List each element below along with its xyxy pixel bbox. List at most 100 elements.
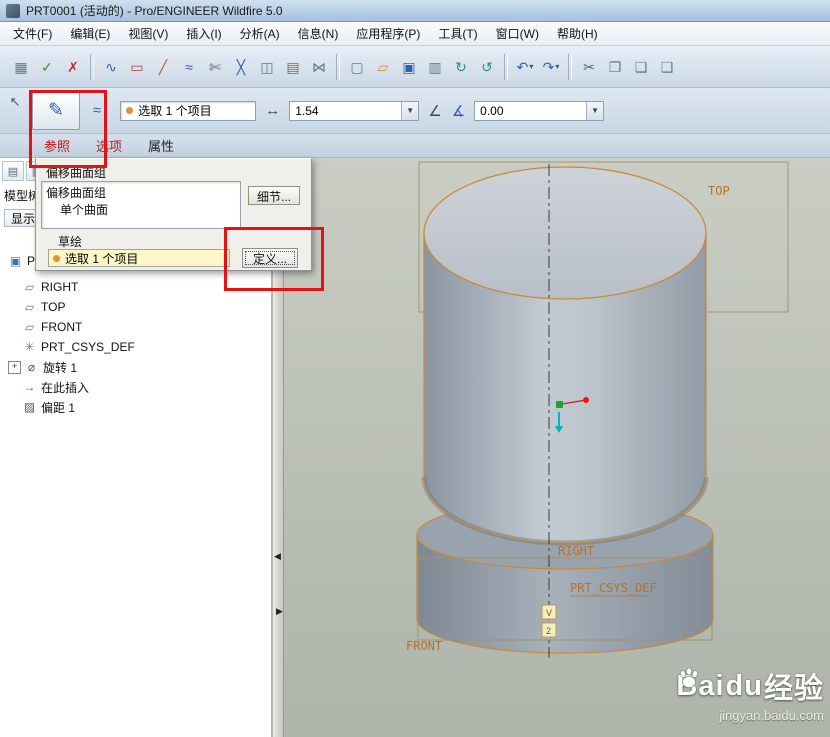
offset-icon: ▨ <box>23 400 36 414</box>
chevron-down-icon[interactable]: ▾ <box>555 62 559 71</box>
tree-item-RIGHT[interactable]: ▱ RIGHT <box>0 277 271 297</box>
pattern-icon[interactable]: ▤ <box>281 54 305 80</box>
undo-icon[interactable]: ↶ ▾ <box>513 54 537 80</box>
chevron-down-icon[interactable]: ▼ <box>401 101 419 120</box>
select-verify-icon[interactable]: ✓ <box>35 54 59 80</box>
angle-value-combo[interactable]: 0.00 ▼ <box>474 100 605 121</box>
graphics-viewport[interactable]: TOP RIGHT PRT_CSYS_DEF FRONT V 2 Bai du … <box>284 158 830 737</box>
paste-icon: ❏ <box>634 58 648 75</box>
offset-value-combo[interactable]: 1.54 ▼ <box>289 100 420 121</box>
sketch-collector-field[interactable]: 选取 1 个项目 <box>48 249 230 267</box>
datum-label-right[interactable]: RIGHT <box>558 544 594 558</box>
offset-flip-icon[interactable]: ≈ <box>93 102 101 119</box>
line-icon[interactable]: ╱ <box>151 54 175 80</box>
menu-item-6[interactable]: 应用程序(P) <box>347 22 429 45</box>
expand-icon[interactable]: + <box>8 360 21 374</box>
merge-icon[interactable]: ⋈ <box>307 54 331 80</box>
paste-icon[interactable]: ❏ <box>629 54 653 80</box>
update-icon[interactable]: ↺ <box>475 54 499 80</box>
angle-flip-icon[interactable]: ∡ <box>452 102 465 120</box>
select-verify-icon: ✓ <box>41 58 53 75</box>
tab-references[interactable]: 参照 <box>44 136 70 155</box>
datum-plane-icon: ▱ <box>24 300 35 314</box>
update-icon: ↺ <box>481 58 493 75</box>
divide-icon[interactable]: ╳ <box>229 54 253 80</box>
menu-item-8[interactable]: 窗口(W) <box>487 22 548 45</box>
surface-collector-list[interactable]: 偏移曲面组 单个曲面 <box>41 181 241 229</box>
insert-here-icon: → <box>23 380 36 394</box>
watermark: Bai du 经验 jingyan.baidu.com <box>676 665 824 723</box>
define-button[interactable]: 定义... <box>242 248 298 268</box>
new-file-icon[interactable]: ▢ <box>345 54 369 80</box>
tree-item-label: RIGHT <box>41 280 79 294</box>
application-window: PRT0001 (活动的) - Pro/ENGINEER Wildfire 5.… <box>0 0 830 737</box>
tree-item-旋转 1[interactable]: + ⌀ 旋转 1 <box>0 357 271 377</box>
redo-icon[interactable]: ↷ ▾ <box>539 54 563 80</box>
menu-item-0[interactable]: 文件(F) <box>4 22 61 45</box>
placement-button[interactable]: ✎ <box>32 91 80 130</box>
title-bar[interactable]: PRT0001 (活动的) - Pro/ENGINEER Wildfire 5.… <box>0 0 830 22</box>
tree-item-在此插入[interactable]: → 在此插入 <box>0 377 271 397</box>
surface-group-item[interactable]: 偏移曲面组 <box>46 184 236 201</box>
trim-icon[interactable]: ✄ <box>203 54 227 80</box>
3d-model-canvas[interactable]: TOP RIGHT PRT_CSYS_DEF FRONT V 2 <box>284 158 830 737</box>
select-arrow-icon[interactable]: ↖ <box>3 91 27 113</box>
details-button[interactable]: 细节... <box>248 186 300 205</box>
tree-item-PRT_CSYS_DEF[interactable]: ✳ PRT_CSYS_DEF <box>0 337 271 357</box>
tree-item-FRONT[interactable]: ▱ FRONT <box>0 317 271 337</box>
dimension-tag[interactable]: V <box>541 604 557 620</box>
curve-icon[interactable]: ≈ <box>177 54 201 80</box>
reference-collector-field[interactable]: 选取 1 个项目 <box>120 100 257 121</box>
surface-item[interactable]: 单个曲面 <box>46 201 236 218</box>
left-tool-strip: ↖ <box>0 88 30 133</box>
offset-distance-icon[interactable]: ↔ <box>265 102 280 119</box>
datum-label-front[interactable]: FRONT <box>406 639 442 653</box>
csys-icon: ✳ <box>24 340 35 354</box>
collapse-right-icon[interactable]: ▶ <box>276 607 283 616</box>
app-icon <box>6 3 20 18</box>
cylinder-top-face[interactable] <box>423 166 707 300</box>
menu-item-7[interactable]: 工具(T) <box>429 22 486 45</box>
tab-options[interactable]: 选项 <box>96 136 122 155</box>
menu-item-4[interactable]: 分析(A) <box>231 22 289 45</box>
cut-icon[interactable]: ✂ <box>577 54 601 80</box>
window-title: PRT0001 (活动的) - Pro/ENGINEER Wildfire 5.… <box>26 4 283 18</box>
collapse-left-icon[interactable]: ◀ <box>274 552 281 561</box>
vertex-marker[interactable] <box>556 401 563 408</box>
copy-icon[interactable]: ❐ <box>603 54 627 80</box>
model-refresh-icon[interactable]: ↻ <box>449 54 473 80</box>
spline-icon[interactable]: ∿ <box>99 54 123 80</box>
paste-special-icon[interactable]: ❑ <box>655 54 679 80</box>
chevron-down-icon[interactable]: ▾ <box>529 62 533 71</box>
datum-label-top[interactable]: TOP <box>708 184 730 198</box>
print-icon[interactable]: ▥ <box>423 54 447 80</box>
menu-item-9[interactable]: 帮助(H) <box>548 22 607 45</box>
save-icon[interactable]: ▣ <box>397 54 421 80</box>
paw-icon <box>680 667 699 688</box>
menu-item-2[interactable]: 视图(V) <box>119 22 177 45</box>
datum-display-icon[interactable]: ▦ <box>9 54 33 80</box>
tree-item-TOP[interactable]: ▱ TOP <box>0 297 271 317</box>
tree-item-label: TOP <box>41 300 66 314</box>
mirror-icon[interactable]: ◫ <box>255 54 279 80</box>
menu-item-3[interactable]: 插入(I) <box>177 22 230 45</box>
show-button-label: 显示 <box>11 211 36 226</box>
selection-point-marker[interactable] <box>583 397 589 403</box>
delete-icon[interactable]: ✗ <box>61 54 85 80</box>
merge-icon: ⋈ <box>312 58 326 75</box>
menu-item-1[interactable]: 编辑(E) <box>61 22 119 45</box>
tree-item-label: FRONT <box>41 320 83 334</box>
open-file-icon[interactable]: ▱ <box>371 54 395 80</box>
menu-item-5[interactable]: 信息(N) <box>289 22 348 45</box>
chevron-down-icon[interactable]: ▼ <box>586 101 604 120</box>
datum-plane-icon: ▱ <box>24 320 35 334</box>
tree-item-偏距 1[interactable]: ▨ 偏距 1 <box>0 397 271 417</box>
dimension-tag[interactable]: 2 <box>541 622 557 638</box>
angle-reference-icon[interactable]: ∠ <box>428 102 441 120</box>
tab-properties[interactable]: 属性 <box>148 136 174 155</box>
tree-view-icon[interactable]: ▤ <box>2 161 24 181</box>
rectangle-icon[interactable]: ▭ <box>125 54 149 80</box>
delete-icon: ✗ <box>67 58 79 75</box>
datum-plane-icon: ▱ <box>24 280 35 294</box>
datum-label-csys[interactable]: PRT_CSYS_DEF <box>570 581 657 595</box>
